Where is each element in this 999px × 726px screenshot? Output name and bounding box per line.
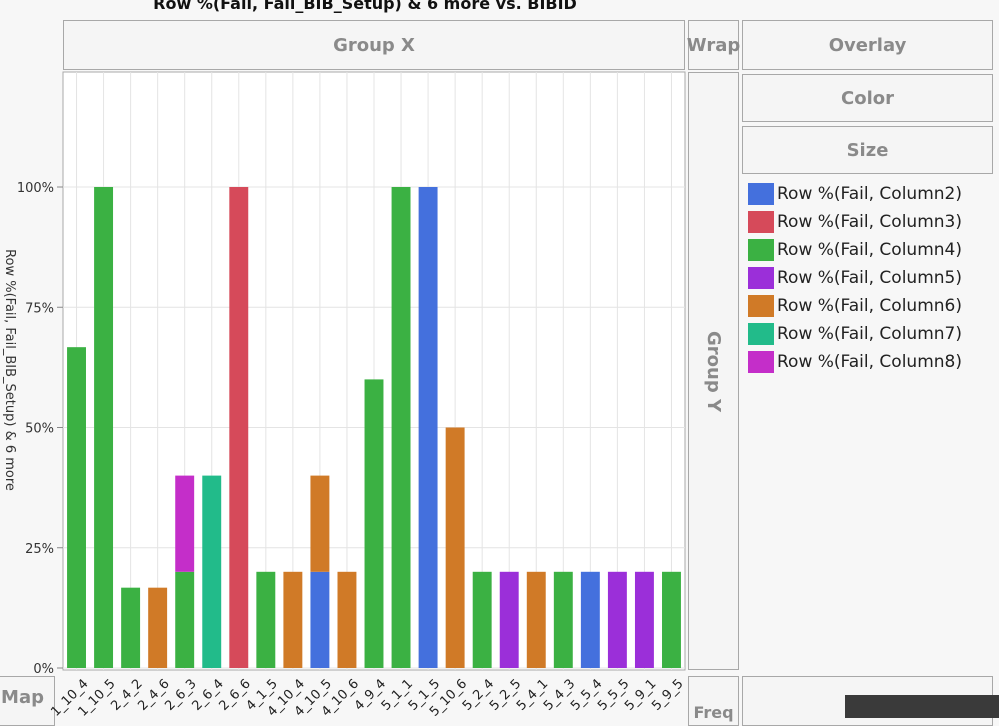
y-tick-label: 100% <box>17 181 54 196</box>
legend-item[interactable]: Row %(Fail, Column3) <box>748 208 962 236</box>
bar-segment <box>445 427 465 668</box>
bar-segment <box>472 571 492 668</box>
legend-label: Row %(Fail, Column6) <box>777 296 962 316</box>
legend-item[interactable]: Row %(Fail, Column7) <box>748 320 962 348</box>
bar-segment <box>553 571 573 668</box>
bar-segment <box>94 187 114 668</box>
legend-label: Row %(Fail, Column7) <box>777 324 962 344</box>
legend-label: Row %(Fail, Column4) <box>777 240 962 260</box>
legend-swatch <box>748 323 774 345</box>
bar-segment <box>634 571 654 668</box>
y-tick-label: 25% <box>25 542 54 557</box>
bar-segment <box>662 571 681 668</box>
legend-item[interactable]: Row %(Fail, Column5) <box>748 264 962 292</box>
bar-segment <box>391 187 411 668</box>
bar-segment <box>310 571 330 668</box>
bar-segment <box>121 587 141 668</box>
legend-swatch <box>748 211 774 233</box>
bar-segment <box>580 571 600 668</box>
bar-segment <box>499 571 519 668</box>
legend-swatch <box>748 267 774 289</box>
y-tick-label: 50% <box>25 422 54 437</box>
y-tick-label: 75% <box>25 301 54 316</box>
legend-swatch <box>748 295 774 317</box>
legend-item[interactable]: Row %(Fail, Column8) <box>748 348 962 376</box>
bar-segment <box>607 571 627 668</box>
legend: Row %(Fail, Column2) Row %(Fail, Column3)… <box>748 180 962 376</box>
legend-label: Row %(Fail, Column2) <box>777 184 962 204</box>
bar-segment <box>283 571 303 668</box>
bar-segment <box>418 187 438 668</box>
legend-item[interactable]: Row %(Fail, Column2) <box>748 180 962 208</box>
legend-swatch <box>748 239 774 261</box>
bar-segment <box>526 571 546 668</box>
x-tick-label: 5_9_5 <box>649 676 686 713</box>
legend-item[interactable]: Row %(Fail, Column4) <box>748 236 962 264</box>
legend-label: Row %(Fail, Column8) <box>777 352 962 372</box>
legend-swatch <box>748 183 774 205</box>
bar-segment <box>67 347 86 668</box>
legend-label: Row %(Fail, Column5) <box>777 268 962 288</box>
bar-segment <box>310 475 330 572</box>
bar-segment <box>229 187 249 668</box>
legend-swatch <box>748 351 774 373</box>
y-axis-label: Row %(Fail, Fail_BIB_Setup) & 6 more <box>2 249 17 491</box>
bar-segment <box>148 587 168 668</box>
bar-segment <box>202 475 222 668</box>
bar-segment <box>364 379 384 668</box>
bar-segment <box>256 571 276 668</box>
bar-segment <box>175 571 195 668</box>
bar-segment <box>175 475 195 572</box>
legend-item[interactable]: Row %(Fail, Column6) <box>748 292 962 320</box>
legend-label: Row %(Fail, Column3) <box>777 212 962 232</box>
y-tick-label: 0% <box>33 662 54 677</box>
bar-segment <box>337 571 357 668</box>
